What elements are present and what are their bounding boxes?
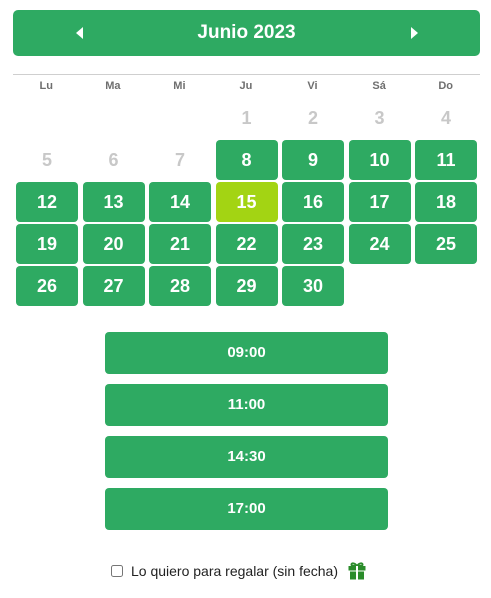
day-cell[interactable]: 20 <box>82 224 145 264</box>
day-cell-selected[interactable]: 15 <box>215 182 278 222</box>
weekday-label: Sá <box>372 80 386 92</box>
day-cell-empty <box>83 98 145 138</box>
weekday-label: Ju <box>239 80 253 92</box>
day-cell[interactable]: 27 <box>82 266 145 306</box>
weekday-label: Vi <box>307 80 318 92</box>
day-cell: 1 <box>241 107 252 128</box>
day-cell[interactable]: 19 <box>16 224 78 264</box>
calendar-header: Junio 2023 <box>13 10 480 56</box>
day-cell-empty <box>149 98 211 138</box>
day-cell[interactable]: 10 <box>348 140 411 180</box>
weekday-header-row: Lu Ma Mi Ju Vi Sá Do <box>13 78 479 94</box>
day-cell[interactable]: 25 <box>415 224 477 264</box>
day-cell[interactable]: 16 <box>282 182 344 222</box>
calendar-day-grid: 1 2 3 4 5 6 7 8 9 10 11 12 13 14 15 16 17 18 19 20 21 22 23 24 2… <box>16 98 477 306</box>
day-cell[interactable]: 24 <box>348 224 411 264</box>
day-cell: 5 <box>41 149 52 170</box>
day-cell[interactable]: 11 <box>415 140 477 180</box>
day-cell: 4 <box>440 107 451 128</box>
day-cell: 6 <box>108 149 119 170</box>
weekday-label: Lu <box>39 80 53 92</box>
day-cell[interactable]: 18 <box>415 182 477 222</box>
day-cell: 3 <box>374 107 385 128</box>
gift-icon <box>347 561 367 581</box>
day-cell-empty <box>16 98 78 138</box>
time-slot-button[interactable]: 14:30 <box>105 436 388 478</box>
time-slot-button[interactable]: 11:00 <box>105 384 388 426</box>
gift-label: Lo quiero para regalar (sin fecha) <box>131 563 339 579</box>
day-cell[interactable]: 21 <box>149 224 211 264</box>
day-cell[interactable]: 23 <box>282 224 344 264</box>
gift-option: Lo quiero para regalar (sin fecha) <box>111 560 367 582</box>
day-cell: 7 <box>174 149 185 170</box>
day-cell[interactable]: 28 <box>149 266 211 306</box>
weekday-label: Mi <box>173 80 186 92</box>
day-cell[interactable]: 14 <box>149 182 211 222</box>
time-slot-list: 09:00 11:00 14:30 17:00 <box>105 332 388 540</box>
day-cell[interactable]: 17 <box>348 182 411 222</box>
day-cell[interactable]: 30 <box>282 266 344 306</box>
chevron-right-icon <box>410 27 418 39</box>
day-cell[interactable]: 22 <box>215 224 278 264</box>
next-month-button[interactable] <box>394 10 434 56</box>
time-slot-button[interactable]: 17:00 <box>105 488 388 530</box>
day-cell[interactable]: 13 <box>82 182 145 222</box>
header-divider <box>13 74 480 75</box>
day-cell[interactable]: 26 <box>16 266 78 306</box>
weekday-label: Do <box>438 80 453 92</box>
gift-checkbox[interactable] <box>111 565 123 577</box>
day-cell[interactable]: 8 <box>215 140 278 180</box>
day-cell[interactable]: 12 <box>16 182 78 222</box>
time-slot-button[interactable]: 09:00 <box>105 332 388 374</box>
weekday-label: Ma <box>105 80 121 92</box>
day-cell[interactable]: 29 <box>215 266 278 306</box>
day-cell[interactable]: 9 <box>282 140 344 180</box>
day-cell: 2 <box>307 107 318 128</box>
